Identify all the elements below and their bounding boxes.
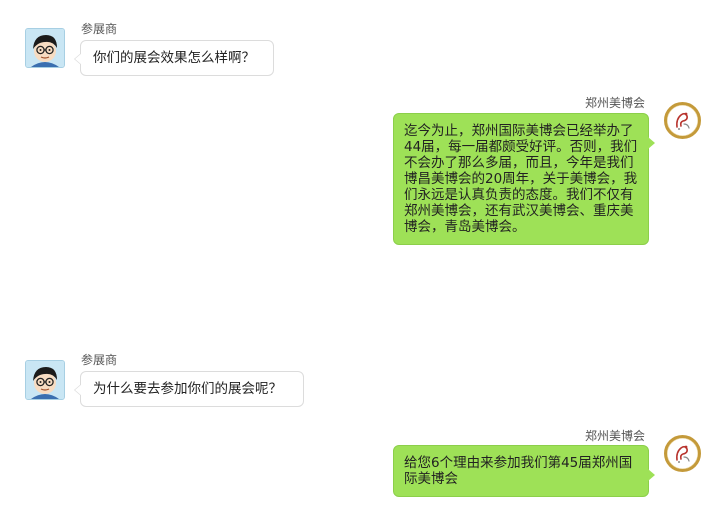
- sender-name: 郑州美博会: [584, 96, 645, 110]
- cartoon-boy-with-glasses-icon: [26, 361, 64, 399]
- exhibitor-avatar-icon[interactable]: [25, 28, 65, 68]
- message-bubble[interactable]: 你们的展会效果怎么样啊？: [74, 40, 274, 76]
- cartoon-boy-with-glasses-icon: [26, 29, 64, 67]
- organizer-avatar-icon[interactable]: [664, 102, 701, 139]
- sender-name: 参展商: [81, 353, 118, 367]
- sender-name: 郑州美博会: [584, 429, 645, 443]
- beauty-expo-logo-icon: [667, 105, 698, 136]
- message-bubble[interactable]: 为什么要去参加你们的展会呢？: [74, 371, 304, 407]
- sender-name: 参展商: [81, 22, 118, 36]
- message-bubble[interactable]: 给您6个理由来参加我们第45届郑州国际美博会: [393, 445, 655, 497]
- beauty-expo-logo-icon: [667, 438, 698, 469]
- organizer-avatar-icon[interactable]: [664, 435, 701, 472]
- chat-conversation: 参展商 你们的展会效果怎么样啊？ 郑州美博会 迄今为止，郑州国际美博会已经举办了…: [0, 0, 715, 526]
- exhibitor-avatar-icon[interactable]: [25, 360, 65, 400]
- message-bubble[interactable]: 迄今为止，郑州国际美博会已经举办了44届，每一届都颇受好评。否则，我们不会办了那…: [393, 113, 655, 245]
